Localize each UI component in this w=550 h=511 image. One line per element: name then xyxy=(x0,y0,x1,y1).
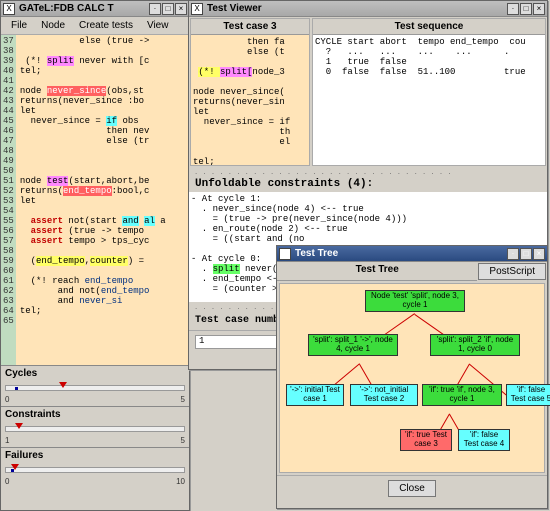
close-icon[interactable]: × xyxy=(175,3,187,15)
tree-node-split1[interactable]: 'split': split_1 '->', node 4, cycle 1 xyxy=(308,334,398,356)
constraints-group: Constraints 1 5 xyxy=(1,406,189,447)
slider-thumb-icon[interactable] xyxy=(15,423,23,429)
x-logo-icon: X xyxy=(191,3,203,15)
tree-leaf-tc4[interactable]: 'if': false Test case 4 xyxy=(458,429,510,451)
main-code-area[interactable]: 37 38 39 40 41 42 43 44 45 46 47 48 49 5… xyxy=(1,35,189,365)
tree-node-root[interactable]: Node 'test' 'split', node 3, cycle 1 xyxy=(365,290,465,312)
tree-node-iftrue[interactable]: 'if': true 'if', node 3, cycle 1 xyxy=(422,384,502,406)
constraints-slider[interactable] xyxy=(5,426,185,432)
menu-node[interactable]: Node xyxy=(35,19,71,32)
line-gutter: 37 38 39 40 41 42 43 44 45 46 47 48 49 5… xyxy=(1,35,16,365)
gatel-main-window: X GATeL:FDB CALC T · □ × File Node Creat… xyxy=(0,0,190,511)
test-sequence-pane: Test sequence CYCLE start abort tempo en… xyxy=(312,18,546,166)
tv-title: Test Viewer xyxy=(207,3,507,14)
constraints-label: Constraints xyxy=(5,409,185,420)
tree-leaf-tc1[interactable]: '->': initial Test case 1 xyxy=(286,384,344,406)
cycles-label: Cycles xyxy=(5,368,185,379)
tree-title: Test Tree xyxy=(295,248,507,259)
tree-canvas[interactable]: Node 'test' 'split', node 3, cycle 1 'sp… xyxy=(279,283,545,473)
tree-header-row: Test Tree PostScript xyxy=(277,262,547,281)
cycles-slider[interactable] xyxy=(5,385,185,391)
cycles-group: Cycles 0 5 xyxy=(1,365,189,406)
cycles-ticks: 0 5 xyxy=(5,395,185,404)
test-case-code[interactable]: then fa else (t (*! split[node_3 node ne… xyxy=(191,35,309,165)
slider-dot-icon xyxy=(15,387,18,390)
menu-file[interactable]: File xyxy=(5,19,33,32)
close-button[interactable]: Close xyxy=(388,480,436,497)
minimize-icon[interactable]: · xyxy=(149,3,161,15)
constraints-title: Unfoldable constraints (4): xyxy=(189,176,547,192)
tree-leaf-tc5[interactable]: 'if': false Test case 5 xyxy=(506,384,550,406)
menu-view[interactable]: View xyxy=(141,19,175,32)
test-sequence-label: Test sequence xyxy=(313,19,545,35)
main-titlebar[interactable]: X GATeL:FDB CALC T · □ × xyxy=(1,1,189,17)
test-tree-window: X Test Tree · □ × Test Tree PostScript N… xyxy=(276,245,548,509)
separator-dots-icon: . . . . . . . . . . . . . . . . . . . . … xyxy=(189,167,547,176)
close-icon[interactable]: × xyxy=(533,248,545,260)
postscript-button[interactable]: PostScript xyxy=(478,263,546,280)
tv-top-split: Test case 3 then fa else (t (*! split[no… xyxy=(189,17,547,167)
maximize-icon[interactable]: □ xyxy=(520,248,532,260)
x-logo-icon: X xyxy=(3,3,15,15)
tree-leaf-tc2[interactable]: '->': not_initial Test case 2 xyxy=(350,384,418,406)
tv-titlebar[interactable]: X Test Viewer · □ × xyxy=(189,1,547,17)
slider-thumb-icon[interactable] xyxy=(59,382,67,388)
tree-titlebar[interactable]: X Test Tree · □ × xyxy=(277,246,547,262)
failures-ticks: 0 10 xyxy=(5,477,185,486)
maximize-icon[interactable]: □ xyxy=(162,3,174,15)
failures-label: Failures xyxy=(5,450,185,461)
menu-create-tests[interactable]: Create tests xyxy=(73,19,139,32)
tree-leaf-tc3[interactable]: 'if': true Test case 3 xyxy=(400,429,452,451)
main-menubar: File Node Create tests View xyxy=(1,17,189,35)
close-icon[interactable]: × xyxy=(533,3,545,15)
maximize-icon[interactable]: □ xyxy=(520,3,532,15)
test-case-pane: Test case 3 then fa else (t (*! split[no… xyxy=(190,18,310,166)
minimize-icon[interactable]: · xyxy=(507,248,519,260)
slider-thumb-icon[interactable] xyxy=(11,464,19,470)
tree-button-row: Close xyxy=(277,475,547,501)
main-title: GATeL:FDB CALC T xyxy=(19,3,149,14)
test-case-label: Test case 3 xyxy=(191,19,309,35)
tree-header-label: Test Tree xyxy=(277,262,477,281)
failures-group: Failures 0 10 xyxy=(1,447,189,488)
code-lines[interactable]: else (true -> (*! split never with [c te… xyxy=(16,35,189,365)
x-logo-icon: X xyxy=(279,248,291,260)
tree-node-split2[interactable]: 'split': split_2 'if', node 1, cycle 0 xyxy=(430,334,520,356)
failures-slider[interactable] xyxy=(5,467,185,473)
minimize-icon[interactable]: · xyxy=(507,3,519,15)
constraints-ticks: 1 5 xyxy=(5,436,185,445)
test-sequence-table[interactable]: CYCLE start abort tempo end_tempo cou ? … xyxy=(313,35,545,165)
